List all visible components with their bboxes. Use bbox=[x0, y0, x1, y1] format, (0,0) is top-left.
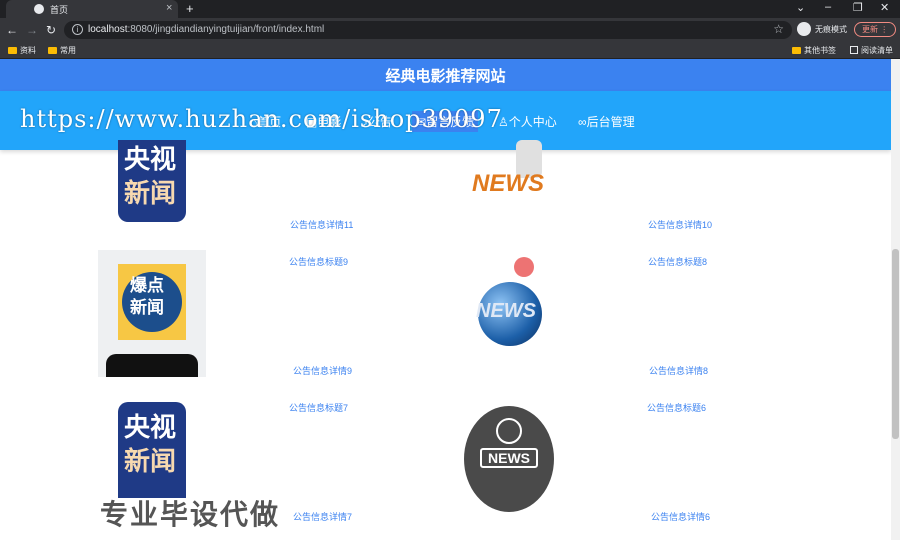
incognito-label: 无痕模式 bbox=[815, 25, 847, 34]
new-tab-button[interactable]: + bbox=[186, 1, 194, 16]
maximize-button[interactable]: ❐ bbox=[853, 1, 863, 14]
thumbnail-text-news: NEWS bbox=[472, 170, 544, 197]
globe-icon bbox=[496, 418, 522, 444]
url-watermark: https://www.huzhan.com/ishop39097 bbox=[20, 105, 503, 133]
bottom-watermark: 专业毕设代做 bbox=[100, 499, 281, 530]
folder-icon bbox=[48, 47, 57, 54]
tab-title: 首页 bbox=[50, 5, 69, 15]
web-page: 经典电影推荐网站 ⌂首页 ▣电影 ♪公告 ✉留言反馈 ♙个人中心 ∞后台管理 h… bbox=[0, 59, 900, 540]
thumbnail-text-news: NEWS bbox=[480, 448, 538, 468]
bookmark-folder-ziliao[interactable]: 资料 bbox=[8, 45, 36, 56]
forward-arrow-icon[interactable]: → bbox=[26, 23, 38, 37]
news-detail-link[interactable]: 公告信息详情7 bbox=[293, 510, 352, 523]
back-arrow-icon[interactable]: ← bbox=[6, 23, 18, 37]
news-title-link[interactable]: 公告信息标题9 bbox=[289, 255, 348, 268]
news-detail-link[interactable]: 公告信息详情8 bbox=[649, 364, 708, 377]
news-title-link[interactable]: 公告信息标题6 bbox=[647, 401, 706, 414]
scrollbar-thumb[interactable] bbox=[892, 249, 899, 439]
phone-shape bbox=[106, 354, 198, 377]
thumbnail-text-1: 爆点 bbox=[130, 276, 164, 295]
browser-toolbar: ← → ↻ i localhost:8080/jingdiandianyingt… bbox=[0, 18, 900, 42]
nav-admin[interactable]: ∞后台管理 bbox=[578, 113, 635, 130]
link-icon: ∞ bbox=[578, 115, 587, 129]
minimize-button[interactable]: – bbox=[825, 1, 831, 13]
url-text[interactable]: localhost:8080/jingdiandianyingtuijian/f… bbox=[88, 24, 324, 35]
thumbnail-text-news: NEWS bbox=[476, 300, 536, 322]
news-detail-link[interactable]: 公告信息详情9 bbox=[293, 364, 352, 377]
address-bar[interactable]: i localhost:8080/jingdiandianyingtuijian… bbox=[64, 21, 792, 39]
bookmark-folder-changyong[interactable]: 常用 bbox=[48, 45, 76, 56]
news-thumbnail[interactable]: 央视 新闻 bbox=[118, 140, 186, 222]
update-button[interactable]: 更新 ⋮ bbox=[854, 22, 896, 37]
site-info-icon[interactable]: i bbox=[72, 24, 83, 35]
browser-tab-bar: 首页 × + ⌄ – ❐ ✕ bbox=[0, 0, 900, 18]
news-title-link[interactable]: 公告信息标题8 bbox=[648, 255, 707, 268]
thumbnail-text-2: 新闻 bbox=[124, 178, 177, 208]
news-thumbnail[interactable]: NEWS bbox=[476, 270, 544, 356]
tab-close-icon[interactable]: × bbox=[166, 2, 172, 14]
reading-list[interactable]: 阅读清单 bbox=[850, 45, 893, 56]
browser-tab[interactable]: 首页 × bbox=[6, 0, 178, 18]
folder-icon bbox=[8, 47, 17, 54]
incognito-icon bbox=[797, 22, 811, 36]
tab-search-icon[interactable]: ⌄ bbox=[796, 1, 805, 14]
other-bookmarks[interactable]: 其他书签 bbox=[792, 45, 836, 56]
news-list: 央视 新闻 公告信息详情11 NEWS 公告信息详情10 爆点 新闻 公告信息标… bbox=[0, 140, 891, 540]
news-thumbnail[interactable]: NEWS bbox=[464, 406, 554, 512]
reload-icon[interactable]: ↻ bbox=[46, 23, 56, 37]
reading-list-icon bbox=[850, 46, 858, 54]
news-title-link[interactable]: 公告信息标题7 bbox=[289, 401, 348, 414]
thumbnail-text-2: 新闻 bbox=[130, 298, 164, 317]
news-detail-link[interactable]: 公告信息详情6 bbox=[651, 510, 710, 523]
folder-icon bbox=[792, 47, 801, 54]
bookmark-star-icon[interactable]: ☆ bbox=[773, 22, 784, 36]
news-thumbnail[interactable]: 爆点 新闻 bbox=[98, 250, 206, 377]
bookmarks-bar: 资料 常用 其他书签 阅读清单 bbox=[0, 42, 900, 59]
close-window-button[interactable]: ✕ bbox=[880, 1, 889, 14]
cursor-highlight bbox=[514, 257, 534, 277]
thumbnail-text-1: 央视 bbox=[124, 144, 177, 174]
site-title: 经典电影推荐网站 bbox=[385, 68, 506, 85]
news-detail-link[interactable]: 公告信息详情11 bbox=[290, 218, 353, 231]
news-thumbnail[interactable]: NEWS bbox=[470, 140, 560, 216]
nav-user-center[interactable]: ♙个人中心 bbox=[498, 113, 557, 130]
thumbnail-text-2: 新闻 bbox=[124, 446, 177, 476]
site-header: 经典电影推荐网站 bbox=[0, 59, 891, 91]
thumbnail-text-1: 央视 bbox=[124, 412, 177, 442]
news-thumbnail[interactable]: 央视 新闻 bbox=[118, 402, 186, 498]
news-detail-link[interactable]: 公告信息详情10 bbox=[648, 218, 712, 231]
page-scrollbar[interactable] bbox=[891, 59, 900, 540]
tab-favicon-icon bbox=[34, 4, 44, 14]
